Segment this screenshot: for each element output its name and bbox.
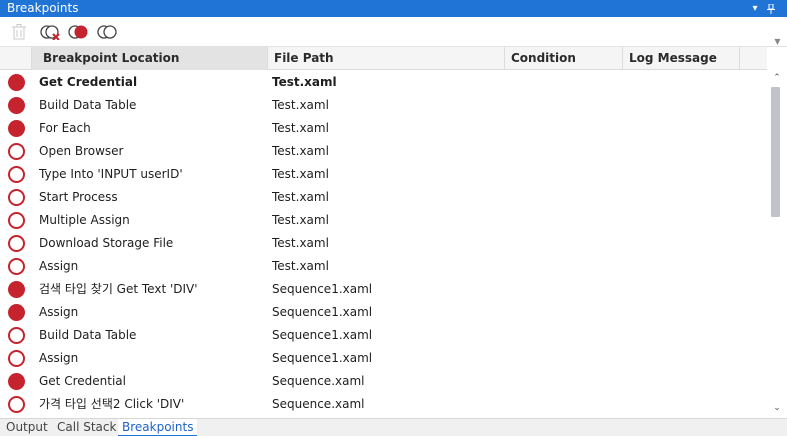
chevron-down-icon[interactable]: ▾	[748, 0, 762, 17]
breakpoint-location: Assign	[39, 351, 79, 365]
breakpoint-location: Get Credential	[39, 374, 126, 388]
breakpoint-location: Open Browser	[39, 144, 124, 158]
breakpoint-location: For Each	[39, 121, 91, 135]
breakpoint-enabled-icon[interactable]	[8, 74, 25, 91]
breakpoint-row[interactable]: Open Browser Test.xaml	[0, 140, 767, 163]
trash-icon[interactable]	[12, 24, 26, 40]
scroll-down-icon[interactable]: ⌄	[767, 400, 787, 416]
breakpoint-disabled-icon[interactable]	[8, 235, 25, 252]
breakpoint-location: Get Credential	[39, 75, 138, 89]
breakpoint-file-path: Test.xaml	[272, 121, 329, 135]
breakpoint-disabled-icon[interactable]	[8, 189, 25, 206]
breakpoint-row[interactable]: Assign Sequence1.xaml	[0, 347, 767, 370]
pin-icon[interactable]	[764, 0, 778, 17]
breakpoints-list: Get Credential Test.xaml Build Data Table T…	[0, 71, 767, 417]
breakpoint-row[interactable]: Get Credential Sequence.xaml	[0, 370, 767, 393]
breakpoint-row[interactable]: Get Credential Test.xaml	[0, 71, 767, 94]
breakpoint-disabled-icon[interactable]	[8, 166, 25, 183]
breakpoints-table-header: Breakpoint Location File Path Condition …	[0, 47, 767, 70]
breakpoint-row[interactable]: Build Data Table Sequence1.xaml	[0, 324, 767, 347]
breakpoint-row[interactable]: Multiple Assign Test.xaml	[0, 209, 767, 232]
breakpoint-file-path: Test.xaml	[272, 259, 329, 273]
scrollbar-thumb[interactable]	[771, 87, 780, 217]
breakpoint-row[interactable]: For Each Test.xaml	[0, 117, 767, 140]
breakpoints-toolbar: ▼	[0, 17, 787, 47]
breakpoint-row[interactable]: Assign Sequence1.xaml	[0, 301, 767, 324]
breakpoint-location: Assign	[39, 305, 79, 319]
breakpoint-file-path: Test.xaml	[272, 98, 329, 112]
column-header-condition[interactable]: Condition	[505, 47, 623, 70]
breakpoint-enabled-icon[interactable]	[8, 281, 25, 298]
breakpoint-file-path: Test.xaml	[272, 167, 329, 181]
breakpoint-row[interactable]: Assign Test.xaml	[0, 255, 767, 278]
breakpoint-location: Build Data Table	[39, 98, 137, 112]
breakpoint-disabled-icon[interactable]	[8, 212, 25, 229]
scroll-up-icon[interactable]: ⌃	[767, 70, 787, 86]
breakpoint-enabled-icon[interactable]	[8, 97, 25, 114]
breakpoint-row[interactable]: 가격 타입 선택2 Click 'DIV' Sequence.xaml	[0, 393, 767, 416]
breakpoint-disabled-icon[interactable]	[8, 350, 25, 367]
column-header-path[interactable]: File Path	[268, 47, 505, 70]
breakpoint-file-path: Sequence.xaml	[272, 397, 365, 411]
breakpoint-file-path: Test.xaml	[272, 75, 337, 89]
panel-title-bar: Breakpoints ▾	[0, 0, 787, 17]
enable-all-breakpoints-icon[interactable]	[68, 24, 90, 40]
breakpoint-enabled-icon[interactable]	[8, 120, 25, 137]
breakpoint-location: Start Process	[39, 190, 118, 204]
breakpoint-location: 검색 타입 찾기 Get Text 'DIV'	[39, 282, 198, 296]
breakpoint-row[interactable]: 검색 타입 찾기 Get Text 'DIV' Sequence1.xaml	[0, 278, 767, 301]
breakpoint-row[interactable]: Download Storage File Test.xaml	[0, 232, 767, 255]
header-blank-cell	[0, 47, 32, 70]
tab-breakpoints[interactable]: Breakpoints	[118, 419, 198, 436]
breakpoint-location: Build Data Table	[39, 328, 137, 342]
delete-all-breakpoints-icon[interactable]	[40, 24, 62, 41]
breakpoint-disabled-icon[interactable]	[8, 143, 25, 160]
breakpoint-disabled-icon[interactable]	[8, 258, 25, 275]
breakpoint-row[interactable]: Type Into 'INPUT userID' Test.xaml	[0, 163, 767, 186]
bottom-tab-strip: Output Call Stack Breakpoints	[0, 418, 787, 436]
breakpoint-location: Multiple Assign	[39, 213, 130, 227]
column-header-location[interactable]: Breakpoint Location	[32, 47, 268, 70]
breakpoint-file-path: Sequence1.xaml	[272, 282, 373, 296]
breakpoint-enabled-icon[interactable]	[8, 373, 25, 390]
breakpoint-disabled-icon[interactable]	[8, 396, 25, 413]
breakpoint-row[interactable]: Build Data Table Test.xaml	[0, 94, 767, 117]
disable-all-breakpoints-icon[interactable]	[97, 24, 119, 40]
breakpoint-file-path: Test.xaml	[272, 213, 329, 227]
column-header-log-message[interactable]: Log Message	[623, 47, 740, 70]
breakpoint-row[interactable]: Start Process Test.xaml	[0, 186, 767, 209]
breakpoint-file-path: Sequence.xaml	[272, 374, 365, 388]
panel-title: Breakpoints	[7, 1, 79, 15]
toolbar-overflow-icon[interactable]: ▼	[773, 37, 782, 46]
breakpoint-file-path: Sequence1.xaml	[272, 328, 373, 342]
breakpoint-file-path: Test.xaml	[272, 190, 329, 204]
tab-call-stack[interactable]: Call Stack	[53, 419, 120, 436]
breakpoint-file-path: Sequence1.xaml	[272, 351, 373, 365]
vertical-scrollbar[interactable]: ⌃ ⌄	[767, 70, 787, 418]
breakpoint-file-path: Sequence1.xaml	[272, 305, 373, 319]
breakpoint-location: Type Into 'INPUT userID'	[39, 167, 183, 181]
breakpoint-file-path: Test.xaml	[272, 144, 329, 158]
breakpoint-enabled-icon[interactable]	[8, 304, 25, 321]
breakpoint-location: 가격 타입 선택2 Click 'DIV'	[39, 397, 185, 411]
breakpoint-disabled-icon[interactable]	[8, 327, 25, 344]
breakpoint-file-path: Test.xaml	[272, 236, 329, 250]
tab-output[interactable]: Output	[2, 419, 52, 436]
header-filler-cell	[740, 47, 767, 70]
breakpoint-location: Assign	[39, 259, 79, 273]
breakpoint-location: Download Storage File	[39, 236, 174, 250]
